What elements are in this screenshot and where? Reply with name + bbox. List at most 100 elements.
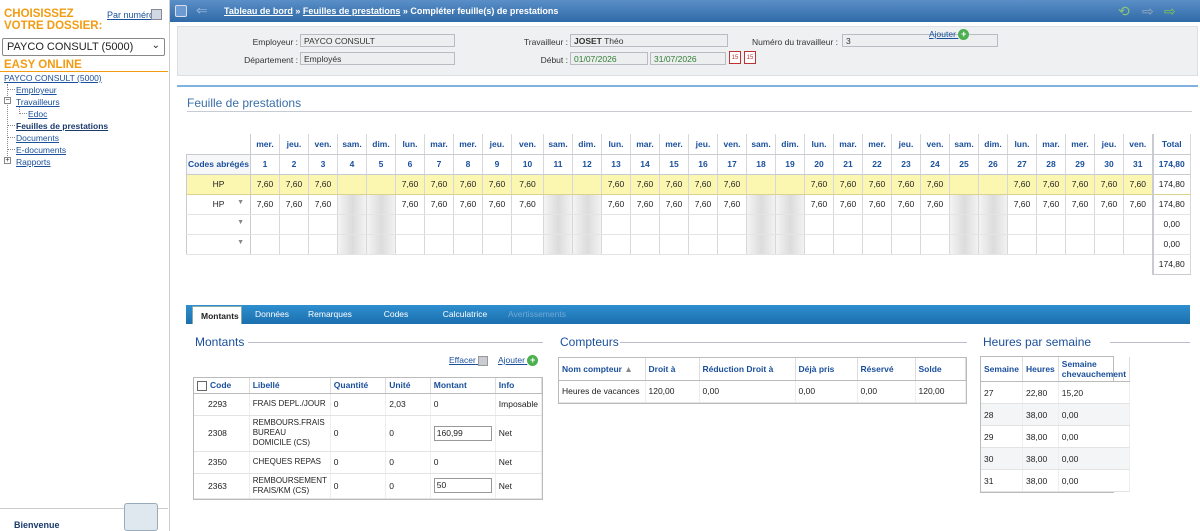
day-value-cell[interactable] — [1094, 234, 1124, 255]
day-value-cell[interactable]: 7,60 — [453, 194, 483, 215]
day-value-cell[interactable]: 7,60 — [1036, 194, 1066, 215]
day-value-cell[interactable] — [891, 234, 921, 255]
tree-item-edocuments[interactable]: E-documents — [16, 145, 66, 155]
day-value-cell[interactable]: 7,60 — [1094, 194, 1124, 215]
day-value-cell[interactable]: 7,60 — [833, 194, 863, 215]
par-numero-link[interactable]: Par numéro — [107, 10, 154, 20]
day-value-cell[interactable]: 7,60 — [511, 194, 544, 215]
day-value-cell[interactable]: 7,60 — [601, 174, 631, 195]
search-number-icon[interactable] — [151, 9, 162, 20]
day-value-cell[interactable] — [453, 214, 483, 235]
day-value-cell[interactable]: 7,60 — [630, 174, 660, 195]
day-value-cell[interactable]: 7,60 — [424, 194, 454, 215]
day-value-cell[interactable]: 7,60 — [453, 174, 483, 195]
day-value-cell[interactable]: 7,60 — [659, 174, 689, 195]
back-arrow-icon[interactable]: ⇐ — [196, 2, 208, 19]
day-value-cell[interactable] — [630, 214, 660, 235]
day-value-cell[interactable] — [250, 234, 280, 255]
day-value-cell[interactable]: 7,60 — [688, 194, 718, 215]
sidebar-toggle-icon[interactable] — [175, 5, 187, 17]
day-value-cell[interactable] — [775, 234, 805, 255]
day-value-cell[interactable] — [572, 214, 602, 235]
day-value-cell[interactable]: 7,60 — [279, 174, 309, 195]
day-value-cell[interactable] — [978, 194, 1008, 215]
day-value-cell[interactable] — [775, 214, 805, 235]
day-value-cell[interactable] — [601, 214, 631, 235]
day-value-cell[interactable] — [1007, 214, 1037, 235]
code-dropdown-icon[interactable]: ▼ — [237, 199, 244, 206]
day-value-cell[interactable] — [482, 234, 512, 255]
code-dropdown-icon[interactable]: ▼ — [237, 239, 244, 246]
ajouter-prestation-button[interactable]: Ajouter + — [929, 29, 970, 41]
day-value-cell[interactable] — [746, 174, 776, 195]
day-value-cell[interactable] — [1036, 234, 1066, 255]
day-value-cell[interactable] — [659, 234, 689, 255]
day-value-cell[interactable]: 7,60 — [833, 174, 863, 195]
day-value-cell[interactable]: 7,60 — [659, 194, 689, 215]
calendar-to-icon[interactable]: 15 — [744, 51, 756, 64]
day-value-cell[interactable] — [572, 174, 602, 195]
day-value-cell[interactable]: 7,60 — [804, 194, 834, 215]
debut-to-field[interactable]: 31/07/2026 — [650, 52, 726, 65]
day-value-cell[interactable] — [746, 194, 776, 215]
day-value-cell[interactable] — [511, 214, 544, 235]
day-value-cell[interactable] — [543, 194, 573, 215]
day-value-cell[interactable]: 7,60 — [630, 194, 660, 215]
day-value-cell[interactable] — [366, 194, 396, 215]
day-value-cell[interactable]: 7,60 — [424, 174, 454, 195]
day-value-cell[interactable] — [891, 214, 921, 235]
day-value-cell[interactable]: 7,60 — [920, 194, 950, 215]
next-arrow-icon[interactable]: ⇨ — [1164, 3, 1176, 20]
day-value-cell[interactable] — [572, 194, 602, 215]
tree-root[interactable]: PAYCO CONSULT (5000) — [4, 73, 102, 83]
day-value-cell[interactable]: 7,60 — [395, 174, 425, 195]
collapse-icon[interactable]: − — [4, 97, 11, 104]
day-value-cell[interactable] — [949, 234, 979, 255]
day-value-cell[interactable]: 7,60 — [688, 174, 718, 195]
day-value-cell[interactable] — [978, 174, 1008, 195]
tab-montants[interactable]: Montants — [192, 306, 242, 324]
day-value-cell[interactable] — [1065, 214, 1095, 235]
day-value-cell[interactable] — [775, 194, 805, 215]
day-value-cell[interactable] — [746, 234, 776, 255]
day-value-cell[interactable]: 7,60 — [717, 194, 747, 215]
day-value-cell[interactable] — [337, 214, 367, 235]
tab-codes-abreges[interactable]: Codes abrégés — [362, 305, 430, 338]
day-value-cell[interactable] — [543, 234, 573, 255]
montant-cell[interactable]: 160,99 — [430, 415, 496, 452]
tree-item-employeur[interactable]: Employeur — [16, 85, 57, 95]
day-value-cell[interactable]: 7,60 — [1094, 174, 1124, 195]
day-value-cell[interactable] — [366, 174, 396, 195]
day-value-cell[interactable]: 7,60 — [482, 174, 512, 195]
day-value-cell[interactable] — [862, 234, 892, 255]
code-cell[interactable]: ▼ — [186, 214, 251, 235]
day-value-cell[interactable] — [862, 214, 892, 235]
effacer-button[interactable]: Effacer — [449, 355, 489, 366]
montant-input[interactable]: 160,99 — [433, 425, 492, 441]
day-value-cell[interactable] — [630, 234, 660, 255]
day-value-cell[interactable]: 7,60 — [717, 174, 747, 195]
day-value-cell[interactable] — [688, 214, 718, 235]
expand-icon[interactable]: + — [4, 157, 11, 164]
day-value-cell[interactable] — [978, 214, 1008, 235]
day-value-cell[interactable] — [337, 234, 367, 255]
day-value-cell[interactable] — [543, 174, 573, 195]
day-value-cell[interactable]: 7,60 — [395, 194, 425, 215]
col-nom-compteur[interactable]: Nom compteur ▲ — [559, 358, 646, 381]
day-value-cell[interactable] — [833, 214, 863, 235]
day-value-cell[interactable] — [337, 174, 367, 195]
day-value-cell[interactable] — [424, 214, 454, 235]
code-cell[interactable]: ▼ — [186, 234, 251, 255]
day-value-cell[interactable]: 7,60 — [308, 174, 338, 195]
day-value-cell[interactable]: 7,60 — [1036, 174, 1066, 195]
day-value-cell[interactable] — [366, 214, 396, 235]
day-value-cell[interactable]: 7,60 — [482, 194, 512, 215]
day-value-cell[interactable]: 7,60 — [511, 174, 544, 195]
tree-item-documents[interactable]: Documents — [16, 133, 59, 143]
day-value-cell[interactable] — [279, 214, 309, 235]
debut-from-field[interactable]: 01/07/2026 — [570, 52, 648, 65]
day-value-cell[interactable]: 7,60 — [891, 194, 921, 215]
day-value-cell[interactable] — [746, 214, 776, 235]
day-value-cell[interactable]: 7,60 — [1065, 174, 1095, 195]
ajouter-montant-button[interactable]: Ajouter + — [498, 355, 539, 367]
